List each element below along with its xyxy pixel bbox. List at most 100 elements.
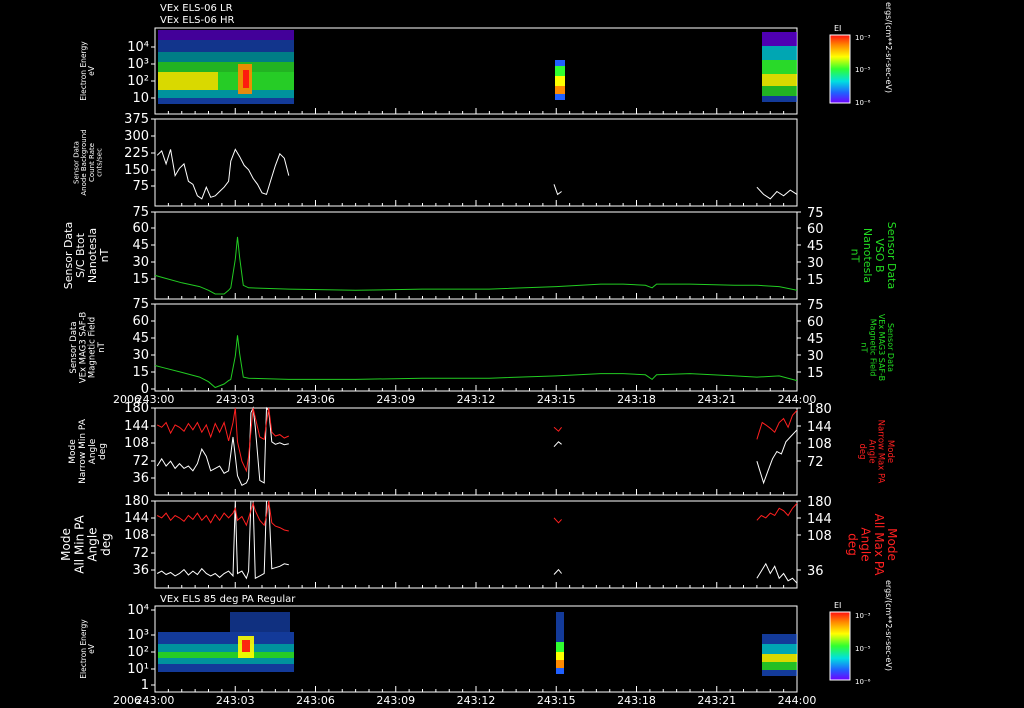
ytick-label-sc-btot-3: 60 bbox=[132, 221, 149, 236]
xtick-label-mag3-2: 243:06 bbox=[296, 393, 335, 406]
right-label-all-pa-0: Mode bbox=[885, 528, 899, 561]
xtick-label-mag3-0: 243:00 bbox=[136, 393, 175, 406]
right-label-all-pa-3: deg bbox=[845, 533, 859, 556]
ytick-label-all-pa-2: 108 bbox=[124, 528, 149, 543]
ytick-label-right-mag3-4: 75 bbox=[807, 298, 824, 313]
series-all-pa-1-seg-2 bbox=[756, 503, 798, 521]
ytick-label-right-mag3-2: 45 bbox=[807, 332, 824, 347]
colorbar-bottom-label: EI bbox=[834, 601, 841, 610]
ytick-label-right-mag3-1: 30 bbox=[807, 349, 824, 364]
ytick-label-mag3-2: 30 bbox=[132, 348, 149, 363]
ylabel-mag3-3: nT bbox=[97, 341, 107, 352]
ytick-label-sc-btot-0: 15 bbox=[132, 272, 149, 287]
panel-frame-anode-count bbox=[154, 118, 798, 207]
colorbar-top-label: EI bbox=[834, 24, 841, 33]
series-mag3-0-seg-0 bbox=[154, 335, 798, 389]
ytick-label-anode-count-2: 225 bbox=[124, 146, 149, 161]
ylabel-narrow-pa-0: Mode bbox=[68, 439, 78, 464]
right-label-mag3-2: Magnetic Field bbox=[868, 319, 877, 377]
xtick-label-mag3-3: 243:09 bbox=[376, 393, 415, 406]
ytick-label-mag3-4: 60 bbox=[132, 314, 149, 329]
series-narrow-pa-1-seg-2 bbox=[756, 410, 798, 440]
colorbar-top-tick-1: 10⁻³ bbox=[855, 34, 871, 42]
ytick-label-energy-top-0: 10 bbox=[132, 91, 149, 106]
ytick-label-right-sc-btot-3: 60 bbox=[807, 222, 824, 237]
colorbar-bottom-tick-3: 10⁻⁶ bbox=[855, 678, 871, 686]
ytick-label-energy-85deg-0: 1 bbox=[141, 678, 149, 693]
bottom-panel-title: VEx ELS 85 deg PA Regular bbox=[160, 594, 296, 605]
ylabel-energy-top-1: eV bbox=[87, 65, 96, 76]
xtick-label-mag3-1: 243:03 bbox=[216, 393, 255, 406]
ylabel-narrow-pa-3: deg bbox=[98, 443, 108, 460]
colorbar-bottom-tick-2: 10⁻⁵ bbox=[855, 645, 871, 653]
series-narrow-pa-1-seg-1 bbox=[553, 426, 562, 432]
ylabel-all-pa-1: All Min PA bbox=[72, 514, 86, 573]
series-narrow-pa-0-seg-2 bbox=[756, 429, 798, 485]
right-label-mag3-3: nT bbox=[860, 343, 869, 353]
ylabel-anode-count-3: cnts/sec bbox=[96, 148, 104, 177]
series-anode-count-0-seg-2 bbox=[756, 186, 798, 200]
xtick-label-mag3-5: 243:15 bbox=[537, 393, 576, 406]
ytick-label-right-mag3-0: 15 bbox=[807, 366, 824, 381]
right-label-mag3-1: VEx MAG3 SAF-B bbox=[877, 314, 886, 381]
ytick-label-anode-count-4: 375 bbox=[124, 112, 149, 127]
series-all-pa-0-seg-1 bbox=[553, 568, 562, 575]
right-label-narrow-pa-3: deg bbox=[857, 443, 867, 459]
ytick-label-narrow-pa-2: 108 bbox=[124, 436, 149, 451]
ylabel-sc-btot-0: Sensor Data bbox=[62, 222, 75, 289]
header-line2: VEx ELS-06 HR bbox=[160, 15, 235, 26]
ylabel-sc-btot-3: nT bbox=[98, 248, 111, 262]
ytick-label-energy-top-1: 10² bbox=[127, 74, 149, 89]
xtick-label-bottom-8: 244:00 bbox=[778, 694, 817, 707]
ytick-label-all-pa-4: 180 bbox=[124, 494, 149, 509]
ytick-label-right-sc-btot-2: 45 bbox=[807, 239, 824, 254]
els-summary-plot: VEx ELS-06 LR VEx ELS-06 HR VEx ELS 85 d… bbox=[59, 2, 899, 707]
xtick-label-mag3-4: 243:12 bbox=[457, 393, 496, 406]
ytick-label-energy-85deg-2: 10² bbox=[127, 645, 149, 660]
right-label-all-pa-2: Angle bbox=[859, 527, 873, 561]
colorbar-bottom-tick-1: 10⁻³ bbox=[855, 612, 871, 620]
series-narrow-pa-0-seg-1 bbox=[553, 441, 562, 448]
ylabel-sc-btot-2: Nanotesla bbox=[86, 228, 99, 283]
ytick-label-anode-count-1: 150 bbox=[124, 163, 149, 178]
ytick-label-sc-btot-2: 45 bbox=[132, 238, 149, 253]
xtick-label-mag3-7: 243:21 bbox=[697, 393, 736, 406]
ytick-label-narrow-pa-1: 72 bbox=[132, 454, 149, 469]
series-all-pa-1-seg-1 bbox=[553, 517, 562, 524]
ytick-label-energy-85deg-3: 10³ bbox=[127, 628, 149, 643]
ylabel-sc-btot-1: S/C Btot bbox=[74, 232, 87, 277]
xtick-label-mag3-8: 244:00 bbox=[778, 393, 817, 406]
ylabel-narrow-pa-1: Narrow Min PA bbox=[78, 418, 88, 484]
ytick-label-mag3-1: 15 bbox=[132, 365, 149, 380]
colorbar-bottom: EI 10⁻³ 10⁻⁵ 10⁻⁶ ergs/(cm**2-sr-sec-eV) bbox=[829, 580, 893, 686]
header-line1: VEx ELS-06 LR bbox=[160, 3, 233, 14]
ytick-label-energy-top-3: 10⁴ bbox=[127, 40, 149, 55]
ytick-label-right-sc-btot-1: 30 bbox=[807, 256, 824, 271]
ytick-label-energy-85deg-4: 10⁴ bbox=[127, 603, 149, 618]
xtick-label-bottom-0: 243:00 bbox=[136, 694, 175, 707]
series-anode-count-0-seg-1 bbox=[553, 184, 562, 196]
ytick-label-right-narrow-pa-0: 72 bbox=[807, 455, 824, 470]
ytick-label-right-all-pa-0: 36 bbox=[807, 564, 824, 579]
xtick-label-bottom-2: 243:06 bbox=[296, 694, 335, 707]
right-label-all-pa-1: All Max PA bbox=[872, 514, 886, 577]
ylabel-all-pa-2: Angle bbox=[86, 527, 100, 561]
xtick-label-bottom-7: 243:21 bbox=[697, 694, 736, 707]
ytick-label-sc-btot-1: 30 bbox=[132, 255, 149, 270]
series-sc-btot-0-seg-0 bbox=[154, 236, 798, 295]
ytick-label-anode-count-0: 75 bbox=[132, 179, 149, 194]
xtick-label-bottom-5: 243:15 bbox=[537, 694, 576, 707]
xtick-label-bottom-1: 243:03 bbox=[216, 694, 255, 707]
ytick-label-narrow-pa-0: 36 bbox=[132, 471, 149, 486]
xtick-label-bottom-6: 243:18 bbox=[617, 694, 656, 707]
panel-frame-sc-btot bbox=[154, 211, 798, 300]
xtick-label-bottom-3: 243:09 bbox=[376, 694, 415, 707]
panel-frame-all-pa bbox=[154, 500, 798, 589]
series-all-pa-0-seg-0 bbox=[156, 500, 289, 580]
ytick-label-right-narrow-pa-2: 144 bbox=[807, 420, 832, 435]
ytick-label-right-sc-btot-0: 15 bbox=[807, 273, 824, 288]
ytick-label-right-narrow-pa-1: 108 bbox=[807, 437, 832, 452]
xtick-label-mag3-6: 243:18 bbox=[617, 393, 656, 406]
colorbar-top-units: ergs/(cm**2-sr-sec-eV) bbox=[884, 2, 893, 93]
right-label-mag3-0: Sensor Data bbox=[886, 323, 895, 372]
